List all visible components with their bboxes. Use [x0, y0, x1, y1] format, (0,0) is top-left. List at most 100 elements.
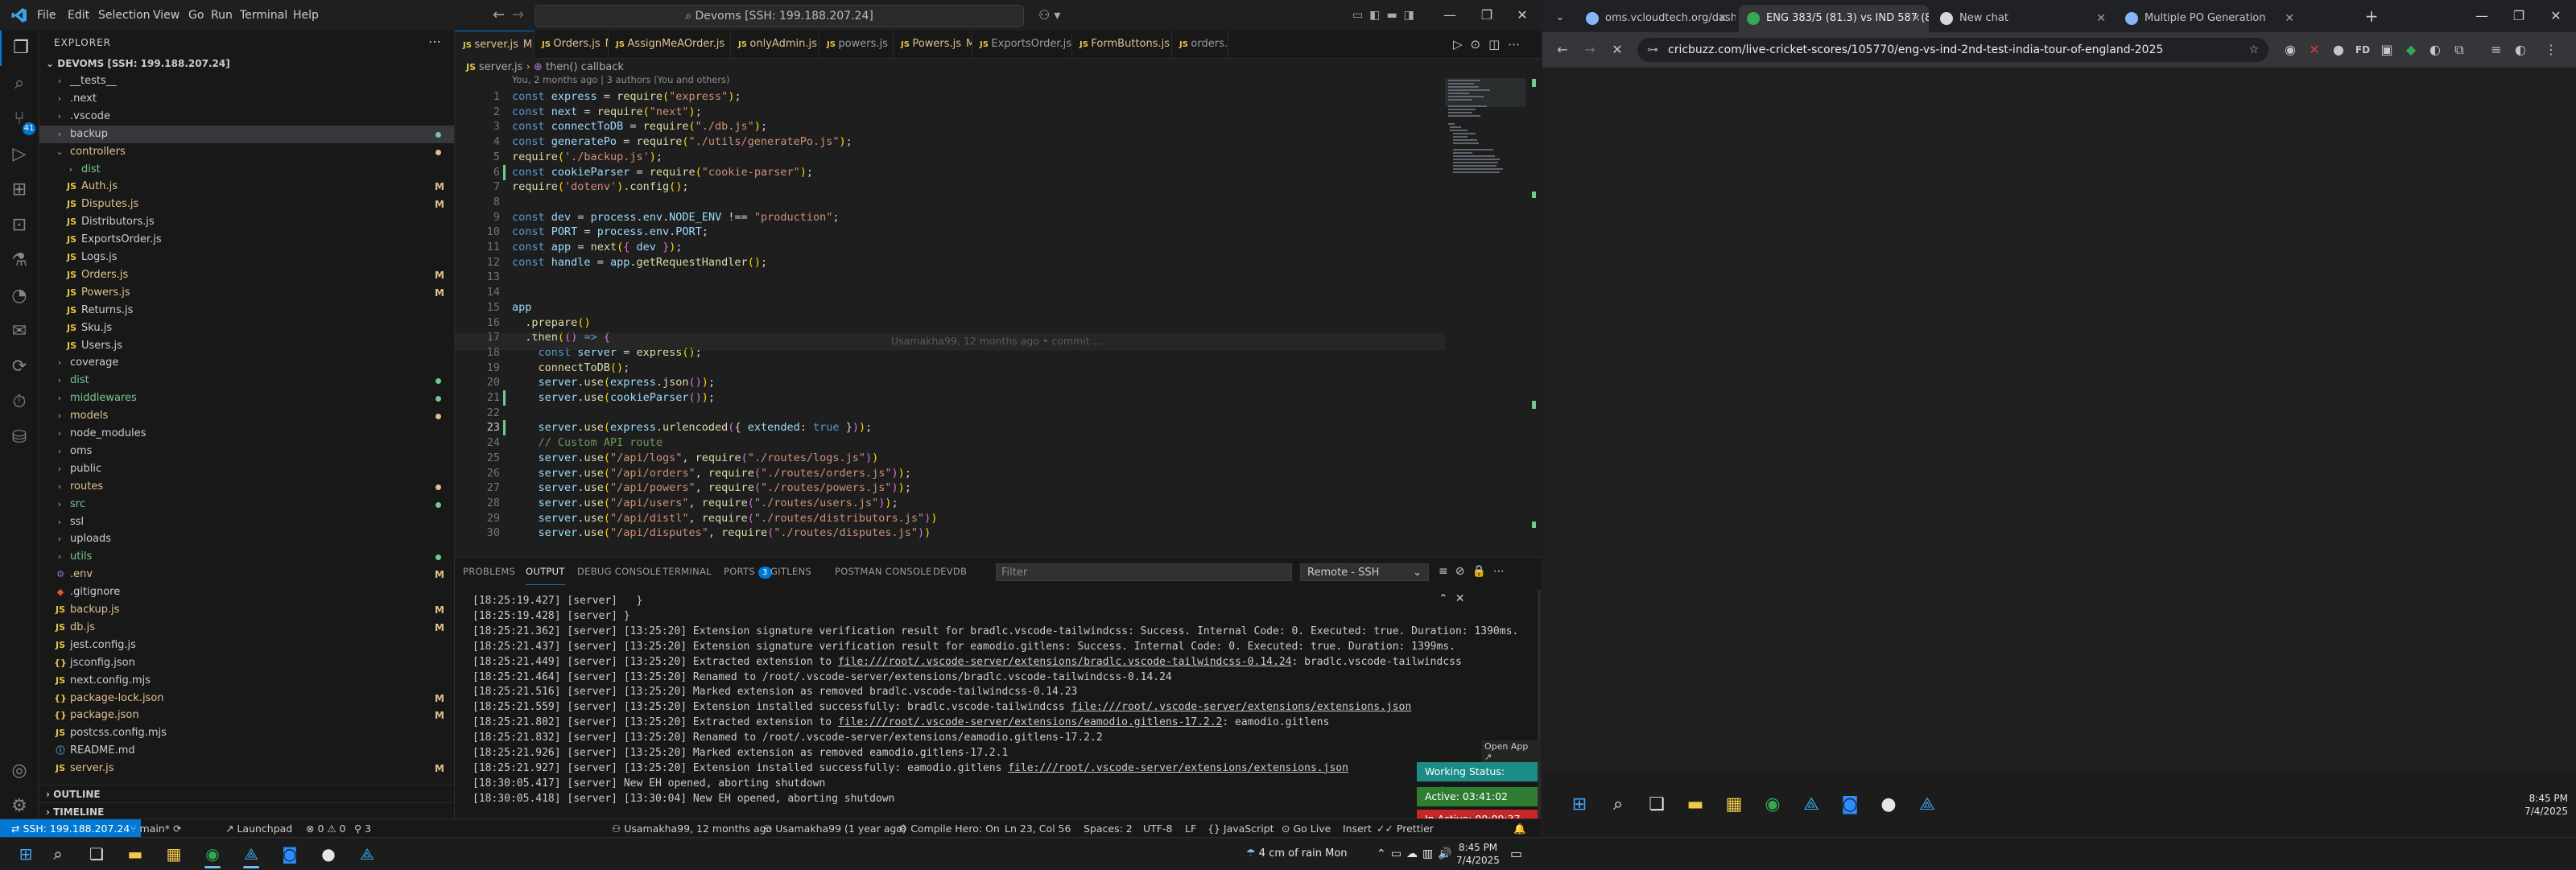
- forward-icon[interactable]: →: [1578, 38, 1602, 62]
- nav-back-icon[interactable]: ←: [493, 0, 505, 31]
- database-icon[interactable]: ⛁: [0, 420, 39, 456]
- tree-item[interactable]: {} package.json M: [39, 707, 454, 724]
- file-explorer-icon[interactable]: ▬: [1679, 789, 1711, 821]
- code-line[interactable]: 9 const dev = process.env.NODE_ENV !== "p…: [455, 210, 1437, 225]
- zoom-icon[interactable]: ◙: [1834, 789, 1866, 821]
- clock[interactable]: 8:45 PM 7/4/2025: [1454, 841, 1502, 867]
- tree-item[interactable]: › routes: [39, 478, 454, 496]
- secondary-clock[interactable]: 8:45 PM 7/4/2025: [2508, 792, 2568, 818]
- tree-item[interactable]: JS ExportsOrder.js: [39, 231, 454, 249]
- new-tab-icon[interactable]: +: [2360, 5, 2383, 27]
- tree-item[interactable]: › middlewares: [39, 390, 454, 407]
- chrome-close-icon[interactable]: ✕: [2537, 0, 2574, 32]
- panel-tab-problems[interactable]: PROBLEMS: [463, 558, 515, 585]
- encoding[interactable]: UTF-8: [1143, 819, 1172, 838]
- extension-icon[interactable]: ●: [2326, 38, 2351, 62]
- chrome-minimize-icon[interactable]: —: [2463, 0, 2500, 32]
- zoom-icon[interactable]: ◙: [270, 838, 309, 870]
- panel-tab-postman-console[interactable]: POSTMAN CONSOLE: [835, 558, 932, 585]
- file-link[interactable]: file:///root/.vscode-server/extensions/e…: [838, 716, 1222, 728]
- account-icon[interactable]: ◎: [0, 753, 39, 789]
- launchpad-item[interactable]: ↗ Launchpad: [225, 819, 292, 838]
- compile-hero-item[interactable]: ⚙ Compile Hero: On: [898, 819, 1000, 838]
- extension-icon[interactable]: ◐: [2423, 38, 2447, 62]
- tree-item[interactable]: JS server.js M: [39, 760, 454, 777]
- gitlens-icon[interactable]: ◔: [0, 278, 39, 314]
- code-line[interactable]: 7 require('dotenv').config();: [455, 179, 1437, 195]
- editor-tab[interactable]: JS FormButtons.jsM: [1071, 31, 1172, 58]
- tree-item[interactable]: JS postcss.config.mjs: [39, 724, 454, 742]
- code-line[interactable]: 12 const handle = app.getRequestHandler()…: [455, 255, 1437, 270]
- editor-tab[interactable]: JS ExportsOrder.js: [972, 31, 1072, 58]
- breadcrumb-symbol[interactable]: then() callback: [546, 61, 624, 73]
- tree-item[interactable]: › ssl: [39, 513, 454, 531]
- branch-item[interactable]: ⑂ main* ⟳: [130, 819, 181, 838]
- code-line[interactable]: 25 server.use("/api/logs", require("./ro…: [455, 451, 1437, 466]
- copilot-icon[interactable]: ⚇ ▾: [1038, 0, 1060, 31]
- tree-item[interactable]: › .next: [39, 90, 454, 108]
- run-debug-icon[interactable]: ▷: [0, 137, 39, 172]
- close-icon[interactable]: ✕: [1911, 5, 1921, 32]
- cursor-position[interactable]: Ln 23, Col 56: [1005, 819, 1071, 838]
- output-line[interactable]: [18:25:21.927] [server] [13:25:20] Exten…: [473, 761, 1348, 776]
- tree-item[interactable]: JS Logs.js: [39, 249, 454, 266]
- code-line[interactable]: 16 .prepare(): [455, 315, 1437, 331]
- menu-item-terminal[interactable]: Terminal: [240, 0, 287, 31]
- editor-tab[interactable]: JS powers.js: [819, 31, 894, 58]
- code-line[interactable]: 1 const express = require("express");: [455, 89, 1437, 105]
- sync-icon[interactable]: ⟳: [173, 823, 181, 835]
- tree-item[interactable]: JS Users.js: [39, 337, 454, 355]
- code-line[interactable]: 2 const next = require("next");: [455, 105, 1437, 120]
- extensions-icon[interactable]: ⊞: [0, 172, 39, 208]
- output-channel-select[interactable]: Remote - SSH ⌄: [1300, 563, 1429, 581]
- panel-tab-output[interactable]: OUTPUT: [526, 558, 565, 585]
- restore-icon[interactable]: ❐: [1468, 0, 1505, 31]
- menu-item-help[interactable]: Help: [293, 0, 319, 31]
- panel-scrollbar[interactable]: [1538, 590, 1541, 823]
- live-share-icon[interactable]: ⟳: [0, 349, 39, 385]
- author-item[interactable]: ⚇ Usamakha99 (1 year ago): [763, 819, 906, 838]
- tree-item[interactable]: JS jest.config.js: [39, 637, 454, 654]
- prettier-item[interactable]: ✓✓ Prettier: [1377, 819, 1434, 838]
- tree-item[interactable]: › oms: [39, 443, 454, 460]
- code-line[interactable]: 21 server.use(cookieParser());: [455, 390, 1437, 406]
- notification-center-icon[interactable]: ▭: [1510, 838, 1522, 870]
- tree-item[interactable]: › utils: [39, 548, 454, 566]
- code-line[interactable]: 6 const cookieParser = require("cookie-pa…: [455, 165, 1437, 180]
- microsoft-store-icon[interactable]: ▦: [1718, 789, 1750, 821]
- code-line[interactable]: 19 connectToDB();: [455, 361, 1437, 376]
- code-line[interactable]: 29 server.use("/api/distl", require("./r…: [455, 511, 1437, 526]
- file-explorer-icon[interactable]: ▬: [116, 838, 155, 870]
- extension-icon[interactable]: ✕: [2302, 38, 2326, 62]
- tree-item[interactable]: › dist: [39, 161, 454, 179]
- extension-icon[interactable]: ◉: [2278, 38, 2302, 62]
- code-line[interactable]: 10 const PORT = process.env.PORT;: [455, 225, 1437, 240]
- output-line[interactable]: [18:25:21.559] [server] [13:25:20] Exten…: [473, 699, 1411, 715]
- media-icon[interactable]: ≡: [2484, 38, 2508, 62]
- tree-item[interactable]: JS Returns.js: [39, 302, 454, 320]
- tree-item[interactable]: ⚙ .env M: [39, 566, 454, 583]
- go-live-item[interactable]: ⊙ Go Live: [1282, 819, 1331, 838]
- code-line[interactable]: 28 server.use("/api/users", require("./r…: [455, 496, 1437, 511]
- timeline-icon[interactable]: ⏱: [0, 385, 39, 420]
- tree-item[interactable]: ⌄ controllers: [39, 143, 454, 161]
- output-line[interactable]: [18:25:21.362] [server] [13:25:20] Exten…: [473, 624, 1518, 639]
- extensions-puzzle-icon[interactable]: ⧉: [2447, 38, 2471, 62]
- file-link[interactable]: file:///root/.vscode-server/extensions/b…: [838, 656, 1292, 668]
- tab-search-icon[interactable]: ⌄: [1549, 6, 1571, 29]
- file-link[interactable]: file:///root/.vscode-server/extensions/e…: [1071, 701, 1412, 713]
- panel-actions[interactable]: ≡⊘🔒⋯⌃✕: [1439, 558, 1541, 605]
- editor-tab[interactable]: JS orders.js: [1171, 31, 1228, 58]
- chrome-tab[interactable]: New chat ✕: [1932, 5, 2114, 32]
- tree-item[interactable]: › dist: [39, 372, 454, 390]
- editor-actions[interactable]: ▷⊙◫⋯: [1453, 31, 1528, 58]
- command-center[interactable]: ⌕ Devoms [SSH: 199.188.207.24]: [535, 5, 1024, 27]
- code-line[interactable]: 15 app: [455, 300, 1437, 315]
- tree-item[interactable]: JS db.js M: [39, 619, 454, 637]
- tree-item[interactable]: JS backup.js M: [39, 601, 454, 619]
- code-line[interactable]: 5 require('./backup.js');: [455, 150, 1437, 165]
- weather-widget[interactable]: ☂ 4 cm of rain Mon: [1246, 838, 1348, 870]
- panel-tab-devdb[interactable]: DEVDB: [933, 558, 967, 585]
- postman-icon[interactable]: ✉: [0, 314, 39, 349]
- editor-tab[interactable]: JS server.jsM×: [455, 31, 535, 59]
